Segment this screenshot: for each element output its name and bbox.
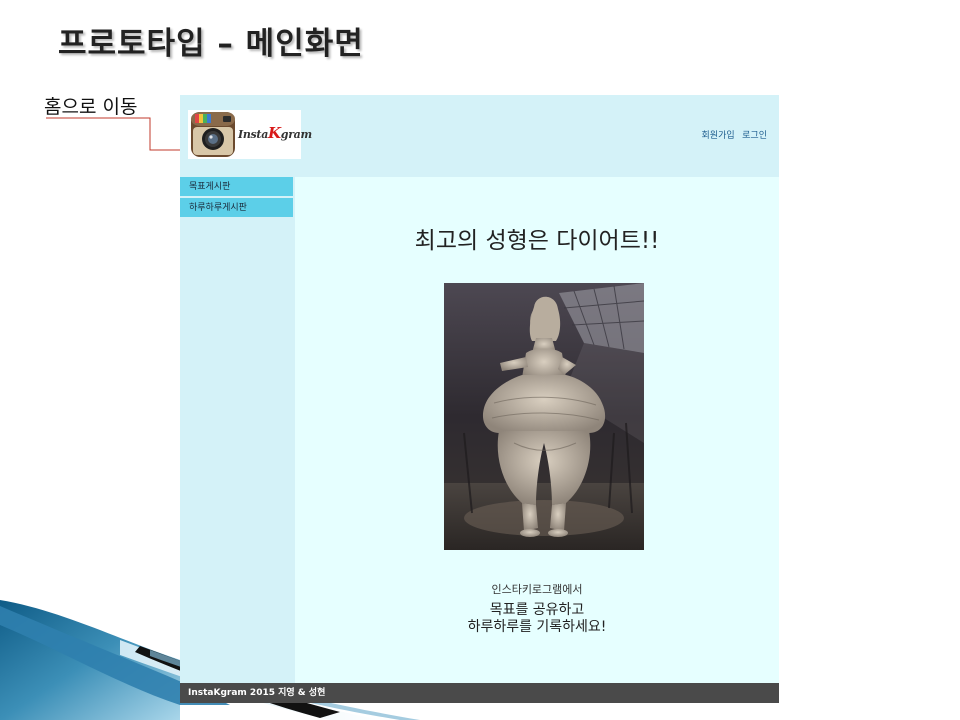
signup-link[interactable]: 회원가입 bbox=[702, 130, 735, 140]
site-header: InstaKgram 회원가입 로그인 bbox=[180, 95, 779, 177]
login-link[interactable]: 로그인 bbox=[742, 130, 767, 140]
logo-wordmark: InstaKgram bbox=[238, 124, 312, 142]
headline: 최고의 성형은 다이어트!! bbox=[414, 228, 660, 254]
account-links: 회원가입 로그인 bbox=[697, 128, 767, 141]
site-footer: InstaKgram 2015 지영 & 성현 bbox=[180, 683, 779, 703]
instagram-camera-icon bbox=[191, 112, 235, 157]
callout-label: 홈으로 이동 bbox=[44, 96, 138, 118]
hero-sculpture-image bbox=[444, 283, 644, 550]
sidebar-item-goal-board[interactable]: 목표게시판 bbox=[180, 177, 293, 196]
caption-intro: 인스타키로그램에서 bbox=[491, 583, 583, 596]
sidebar-item-daily-board[interactable]: 하루하루게시판 bbox=[180, 198, 293, 217]
caption-line-2: 하루하루를 기록하세요! bbox=[467, 619, 607, 635]
caption-message: 목표를 공유하고 하루하루를 기록하세요! bbox=[295, 602, 779, 636]
home-logo-link[interactable]: InstaKgram bbox=[188, 110, 312, 159]
main-content: 최고의 성형은 다이어트!! 인스타키로그램에서 목표를 공유하고 하루하루를 … bbox=[295, 177, 779, 683]
website-mockup: InstaKgram 회원가입 로그인 목표게시판 하루하루게시판 최고의 성형… bbox=[180, 95, 779, 703]
caption-line-1: 목표를 공유하고 bbox=[489, 602, 585, 618]
slide-title: 프로토타입 – 메인화면 bbox=[58, 26, 364, 62]
sidebar: 목표게시판 하루하루게시판 bbox=[180, 177, 295, 683]
